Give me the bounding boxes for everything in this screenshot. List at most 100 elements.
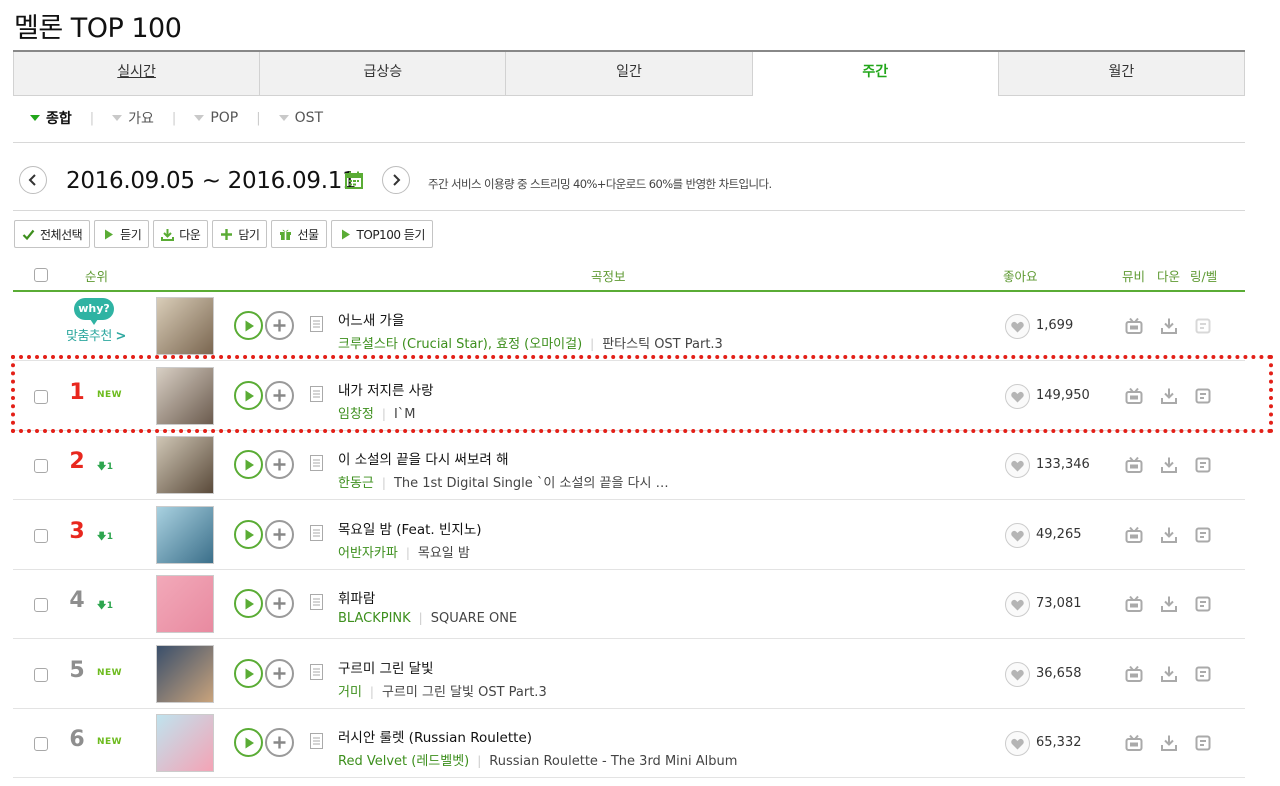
- music-video-icon[interactable]: [1125, 317, 1143, 335]
- tab-daily[interactable]: 일간: [505, 52, 753, 96]
- calendar-icon[interactable]: [345, 171, 363, 189]
- genre-pop[interactable]: POP: [194, 110, 238, 126]
- album-link[interactable]: SQUARE ONE: [431, 611, 517, 626]
- album-cover[interactable]: [156, 297, 214, 355]
- row-checkbox[interactable]: [34, 668, 48, 682]
- next-week-button[interactable]: [382, 166, 410, 194]
- gift-button[interactable]: 선물: [271, 220, 327, 248]
- song-title[interactable]: 휘파람: [338, 587, 375, 607]
- song-info-icon[interactable]: [310, 664, 323, 680]
- listen-button[interactable]: 듣기: [94, 220, 150, 248]
- play-button[interactable]: [234, 520, 263, 549]
- play-button[interactable]: [234, 659, 263, 688]
- why-badge[interactable]: why?: [74, 298, 114, 325]
- song-info-icon[interactable]: [310, 316, 323, 332]
- tab-realtime[interactable]: 실시간: [13, 52, 261, 96]
- add-to-playlist-button[interactable]: 담기: [212, 220, 268, 248]
- ringtone-icon[interactable]: [1194, 526, 1212, 544]
- download-button[interactable]: 다운: [153, 220, 209, 248]
- music-video-icon[interactable]: [1125, 387, 1143, 405]
- song-title[interactable]: 어느새 가을: [338, 309, 404, 329]
- album-cover[interactable]: [156, 506, 214, 564]
- add-button[interactable]: [265, 728, 294, 757]
- artist-link[interactable]: 거미: [338, 685, 362, 700]
- add-button[interactable]: [265, 589, 294, 618]
- music-video-icon[interactable]: [1125, 456, 1143, 474]
- song-title[interactable]: 이 소설의 끝을 다시 써보려 해: [338, 448, 509, 468]
- download-icon[interactable]: [1160, 526, 1178, 544]
- song-info-icon[interactable]: [310, 386, 323, 402]
- album-link[interactable]: The 1st Digital Single `이 소설의 끝을 다시 …: [394, 476, 669, 491]
- ringtone-icon[interactable]: [1194, 456, 1212, 474]
- row-checkbox[interactable]: [34, 598, 48, 612]
- play-button[interactable]: [234, 589, 263, 618]
- top100-listen-button[interactable]: TOP100 듣기: [330, 220, 433, 248]
- like-button[interactable]: [1005, 384, 1030, 409]
- song-info-icon[interactable]: [310, 733, 323, 749]
- artist-link[interactable]: 임창정: [338, 407, 374, 422]
- like-button[interactable]: [1005, 592, 1030, 617]
- music-video-icon[interactable]: [1125, 734, 1143, 752]
- row-checkbox[interactable]: [34, 737, 48, 751]
- album-cover[interactable]: [156, 367, 214, 425]
- ringtone-icon[interactable]: [1194, 734, 1212, 752]
- song-info-icon[interactable]: [310, 525, 323, 541]
- play-button[interactable]: [234, 728, 263, 757]
- album-cover[interactable]: [156, 714, 214, 772]
- song-title[interactable]: 목요일 밤 (Feat. 빈지노): [338, 518, 482, 538]
- genre-ost[interactable]: OST: [278, 110, 323, 126]
- ringtone-icon[interactable]: [1194, 595, 1212, 613]
- artist-link[interactable]: 어반자카파: [338, 546, 398, 561]
- song-title[interactable]: 구르미 그린 달빛: [338, 657, 434, 677]
- play-button[interactable]: [234, 450, 263, 479]
- artist-link[interactable]: 크루셜스타 (Crucial Star), 효정 (오마이걸): [338, 337, 582, 352]
- artist-link[interactable]: Red Velvet (레드벨벳): [338, 754, 469, 769]
- download-icon[interactable]: [1160, 317, 1178, 335]
- song-info-icon[interactable]: [310, 594, 323, 610]
- add-button[interactable]: [265, 520, 294, 549]
- music-video-icon[interactable]: [1125, 526, 1143, 544]
- play-button[interactable]: [234, 381, 263, 410]
- album-link[interactable]: 구르미 그린 달빛 OST Part.3: [382, 685, 547, 700]
- like-button[interactable]: [1005, 314, 1030, 339]
- tab-monthly[interactable]: 월간: [997, 52, 1246, 96]
- like-button[interactable]: [1005, 453, 1030, 478]
- play-button[interactable]: [234, 311, 263, 340]
- row-checkbox[interactable]: [34, 529, 48, 543]
- song-title[interactable]: 내가 저지른 사랑: [338, 379, 434, 399]
- music-video-icon[interactable]: [1125, 665, 1143, 683]
- download-icon[interactable]: [1160, 665, 1178, 683]
- prev-week-button[interactable]: [19, 166, 47, 194]
- album-link[interactable]: 판타스틱 OST Part.3: [602, 337, 723, 352]
- album-cover[interactable]: [156, 436, 214, 494]
- row-checkbox[interactable]: [34, 459, 48, 473]
- ringtone-icon[interactable]: [1194, 317, 1212, 335]
- row-checkbox[interactable]: [34, 390, 48, 404]
- download-icon[interactable]: [1160, 595, 1178, 613]
- recommend-link[interactable]: 맞춤추천 >: [66, 325, 126, 344]
- song-title[interactable]: 러시안 룰렛 (Russian Roulette): [338, 726, 532, 746]
- ringtone-icon[interactable]: [1194, 387, 1212, 405]
- like-button[interactable]: [1005, 731, 1030, 756]
- add-button[interactable]: [265, 450, 294, 479]
- ringtone-icon[interactable]: [1194, 665, 1212, 683]
- add-button[interactable]: [265, 311, 294, 340]
- artist-link[interactable]: 한동근: [338, 476, 374, 491]
- tab-rising[interactable]: 급상승: [259, 52, 507, 96]
- download-icon[interactable]: [1160, 456, 1178, 474]
- download-icon[interactable]: [1160, 387, 1178, 405]
- add-button[interactable]: [265, 659, 294, 688]
- album-link[interactable]: 목요일 밤: [418, 546, 470, 561]
- download-icon[interactable]: [1160, 734, 1178, 752]
- album-cover[interactable]: [156, 575, 214, 633]
- album-link[interactable]: Russian Roulette - The 3rd Mini Album: [489, 754, 737, 769]
- genre-all[interactable]: 종합: [30, 108, 72, 128]
- add-button[interactable]: [265, 381, 294, 410]
- tab-weekly[interactable]: 주간: [751, 52, 999, 96]
- artist-link[interactable]: BLACKPINK: [338, 611, 411, 626]
- album-link[interactable]: I`M: [394, 407, 416, 422]
- album-cover[interactable]: [156, 645, 214, 703]
- song-info-icon[interactable]: [310, 455, 323, 471]
- genre-kpop[interactable]: 가요: [112, 108, 154, 128]
- music-video-icon[interactable]: [1125, 595, 1143, 613]
